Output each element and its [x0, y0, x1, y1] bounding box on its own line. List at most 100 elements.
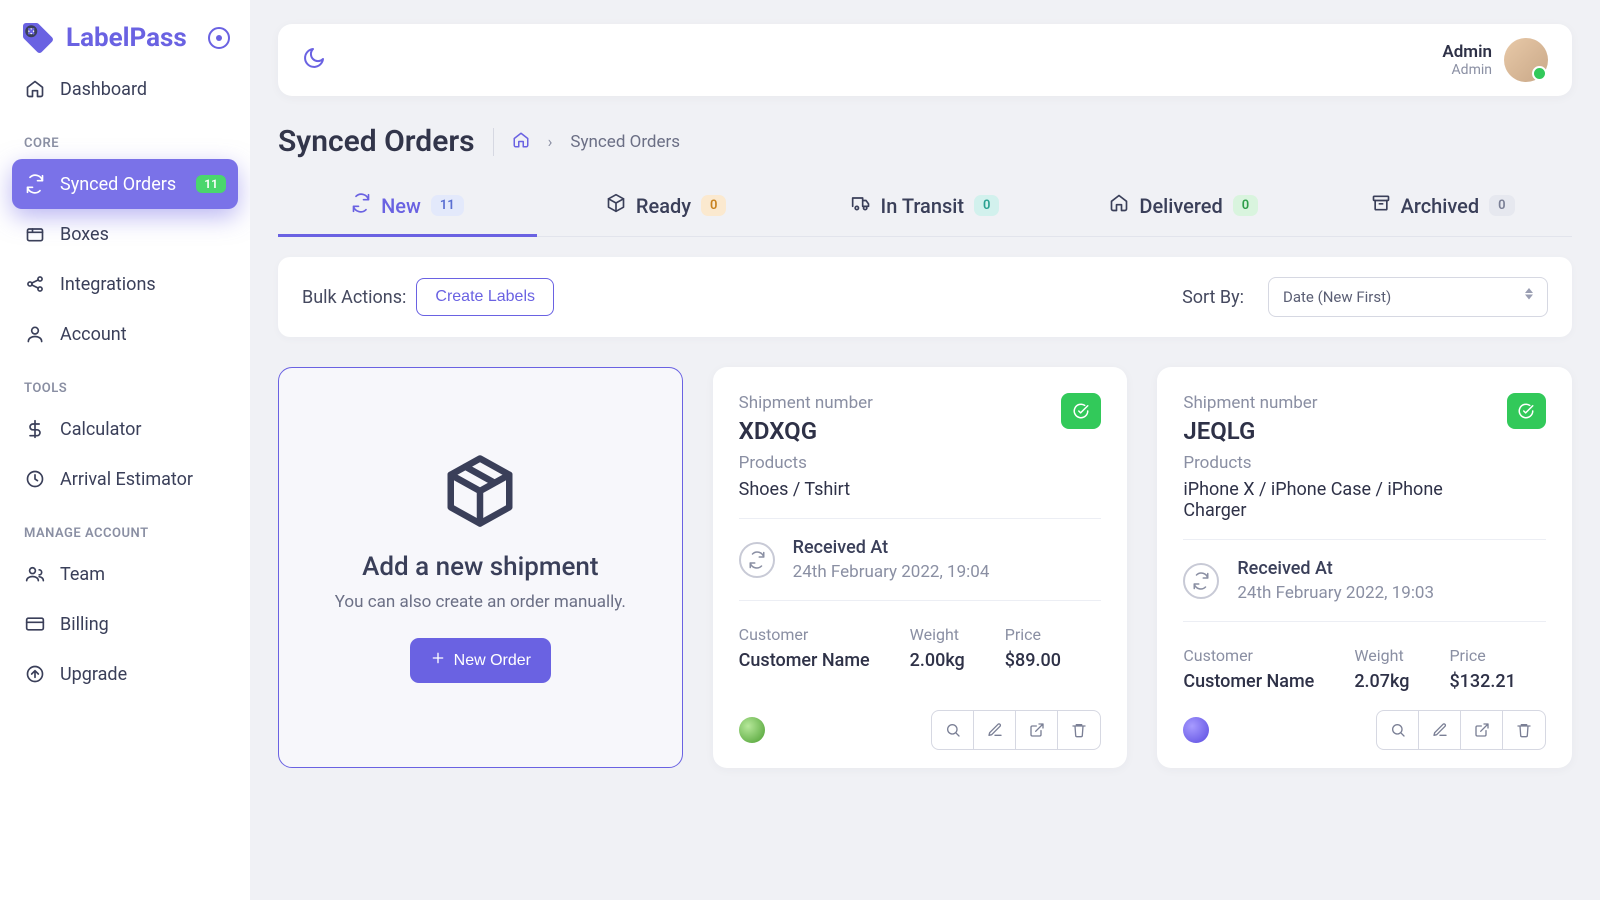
- sidebar-item-label: Synced Orders: [60, 174, 176, 195]
- divider: [1183, 621, 1546, 622]
- tab-label: Archived: [1401, 194, 1480, 218]
- sort-value: Date (New First): [1283, 288, 1391, 306]
- page-header: Synced Orders › Synced Orders: [278, 124, 1572, 159]
- sidebar-item-arrival-estimator[interactable]: Arrival Estimator: [12, 454, 238, 504]
- open-button[interactable]: [1461, 711, 1503, 749]
- sort-by-label: Sort By:: [1182, 287, 1244, 308]
- received-at-label: Received At: [1237, 558, 1434, 579]
- count-badge: 0: [701, 195, 726, 216]
- clock-icon: [24, 468, 46, 490]
- source-icon: [739, 717, 765, 743]
- tab-label: New: [381, 194, 421, 218]
- logo[interactable]: LabelPass: [12, 20, 238, 64]
- status-badge[interactable]: [1061, 393, 1101, 429]
- sync-icon: [24, 173, 46, 195]
- avatar: [1504, 38, 1548, 82]
- sidebar-item-dashboard[interactable]: Dashboard: [12, 64, 238, 114]
- sidebar-item-label: Account: [60, 324, 127, 345]
- tab-label: In Transit: [881, 194, 964, 218]
- main-content: Admin Admin Synced Orders › Synced Order…: [250, 0, 1600, 900]
- received-at-value: 24th February 2022, 19:04: [793, 562, 990, 582]
- button-label: New Order: [454, 652, 531, 670]
- sidebar-item-label: Integrations: [60, 274, 156, 295]
- price-value: $89.00: [1005, 650, 1061, 671]
- products-label: Products: [739, 453, 873, 473]
- plus-icon: [430, 650, 446, 671]
- tag-icon: [20, 20, 56, 56]
- tab-label: Delivered: [1139, 194, 1222, 218]
- sidebar-item-label: Arrival Estimator: [60, 469, 193, 490]
- count-badge: 0: [1233, 195, 1258, 216]
- customer-value: Customer Name: [1183, 671, 1314, 692]
- user-role: Admin: [1442, 62, 1492, 78]
- card-icon: [24, 613, 46, 635]
- delete-button[interactable]: [1058, 711, 1100, 749]
- card-actions: [1376, 710, 1546, 750]
- sidebar: LabelPass Dashboard CORE Synced Orders 1…: [0, 0, 250, 900]
- sidebar-item-account[interactable]: Account: [12, 309, 238, 359]
- sync-icon: [1183, 563, 1219, 599]
- sidebar-item-upgrade[interactable]: Upgrade: [12, 649, 238, 699]
- source-icon: [1183, 717, 1209, 743]
- weight-value: 2.07kg: [1354, 671, 1409, 692]
- sidebar-item-label: Upgrade: [60, 664, 127, 685]
- toolbar: Bulk Actions: Create Labels Sort By: Dat…: [278, 257, 1572, 337]
- view-button[interactable]: [932, 711, 974, 749]
- sidebar-item-label: Dashboard: [60, 79, 147, 100]
- customer-label: Customer: [1183, 646, 1314, 665]
- nav-section-core: CORE: [12, 114, 238, 159]
- breadcrumb-home-icon[interactable]: [512, 131, 530, 153]
- archive-icon: [1371, 193, 1391, 218]
- weight-value: 2.00kg: [910, 650, 965, 671]
- new-shipment-card: Add a new shipment You can also create a…: [278, 367, 683, 768]
- tab-archived[interactable]: Archived 0: [1313, 177, 1572, 236]
- create-labels-button[interactable]: Create Labels: [416, 278, 554, 316]
- user-name: Admin: [1442, 42, 1492, 62]
- user-menu[interactable]: Admin Admin: [1442, 38, 1548, 82]
- count-badge: 0: [974, 195, 999, 216]
- view-button[interactable]: [1377, 711, 1419, 749]
- status-badge[interactable]: [1507, 393, 1547, 429]
- received-at-value: 24th February 2022, 19:03: [1237, 583, 1434, 603]
- sidebar-item-synced-orders[interactable]: Synced Orders 11: [12, 159, 238, 209]
- tabs: New 11 Ready 0 In Transit 0 Delivered 0 …: [278, 177, 1572, 237]
- edit-button[interactable]: [1419, 711, 1461, 749]
- shipment-id: XDXQG: [739, 417, 873, 445]
- package-icon: [606, 193, 626, 218]
- tab-ready[interactable]: Ready 0: [537, 177, 796, 236]
- divider: [739, 518, 1102, 519]
- products-value: Shoes / Tshirt: [739, 479, 873, 500]
- products-value: iPhone X / iPhone Case / iPhone Charger: [1183, 479, 1506, 521]
- divider: [493, 128, 494, 156]
- sidebar-item-integrations[interactable]: Integrations: [12, 259, 238, 309]
- share-icon: [24, 273, 46, 295]
- delete-button[interactable]: [1503, 711, 1545, 749]
- open-button[interactable]: [1016, 711, 1058, 749]
- tab-new[interactable]: New 11: [278, 177, 537, 236]
- edit-button[interactable]: [974, 711, 1016, 749]
- new-shipment-subtitle: You can also create an order manually.: [335, 592, 626, 612]
- sidebar-item-calculator[interactable]: Calculator: [12, 404, 238, 454]
- tab-delivered[interactable]: Delivered 0: [1054, 177, 1313, 236]
- sidebar-item-billing[interactable]: Billing: [12, 599, 238, 649]
- home-icon: [1109, 193, 1129, 218]
- sort-select[interactable]: Date (New First): [1268, 277, 1548, 317]
- sidebar-item-label: Billing: [60, 614, 109, 635]
- chevron-right-icon: ›: [548, 132, 553, 151]
- sidebar-item-boxes[interactable]: Boxes: [12, 209, 238, 259]
- new-order-button[interactable]: New Order: [410, 638, 551, 683]
- package-icon: [441, 452, 519, 534]
- sidebar-item-team[interactable]: Team: [12, 549, 238, 599]
- divider: [739, 600, 1102, 601]
- new-shipment-title: Add a new shipment: [362, 552, 598, 582]
- bulk-actions-label: Bulk Actions:: [302, 287, 406, 308]
- breadcrumb: Synced Orders: [570, 132, 680, 152]
- weight-label: Weight: [1354, 646, 1409, 665]
- tab-in-transit[interactable]: In Transit 0: [796, 177, 1055, 236]
- dark-mode-toggle[interactable]: [302, 46, 326, 74]
- sidebar-item-label: Calculator: [60, 419, 141, 440]
- tab-label: Ready: [636, 194, 691, 218]
- divider: [1183, 539, 1546, 540]
- count-badge: 11: [196, 175, 226, 193]
- target-icon[interactable]: [208, 27, 230, 49]
